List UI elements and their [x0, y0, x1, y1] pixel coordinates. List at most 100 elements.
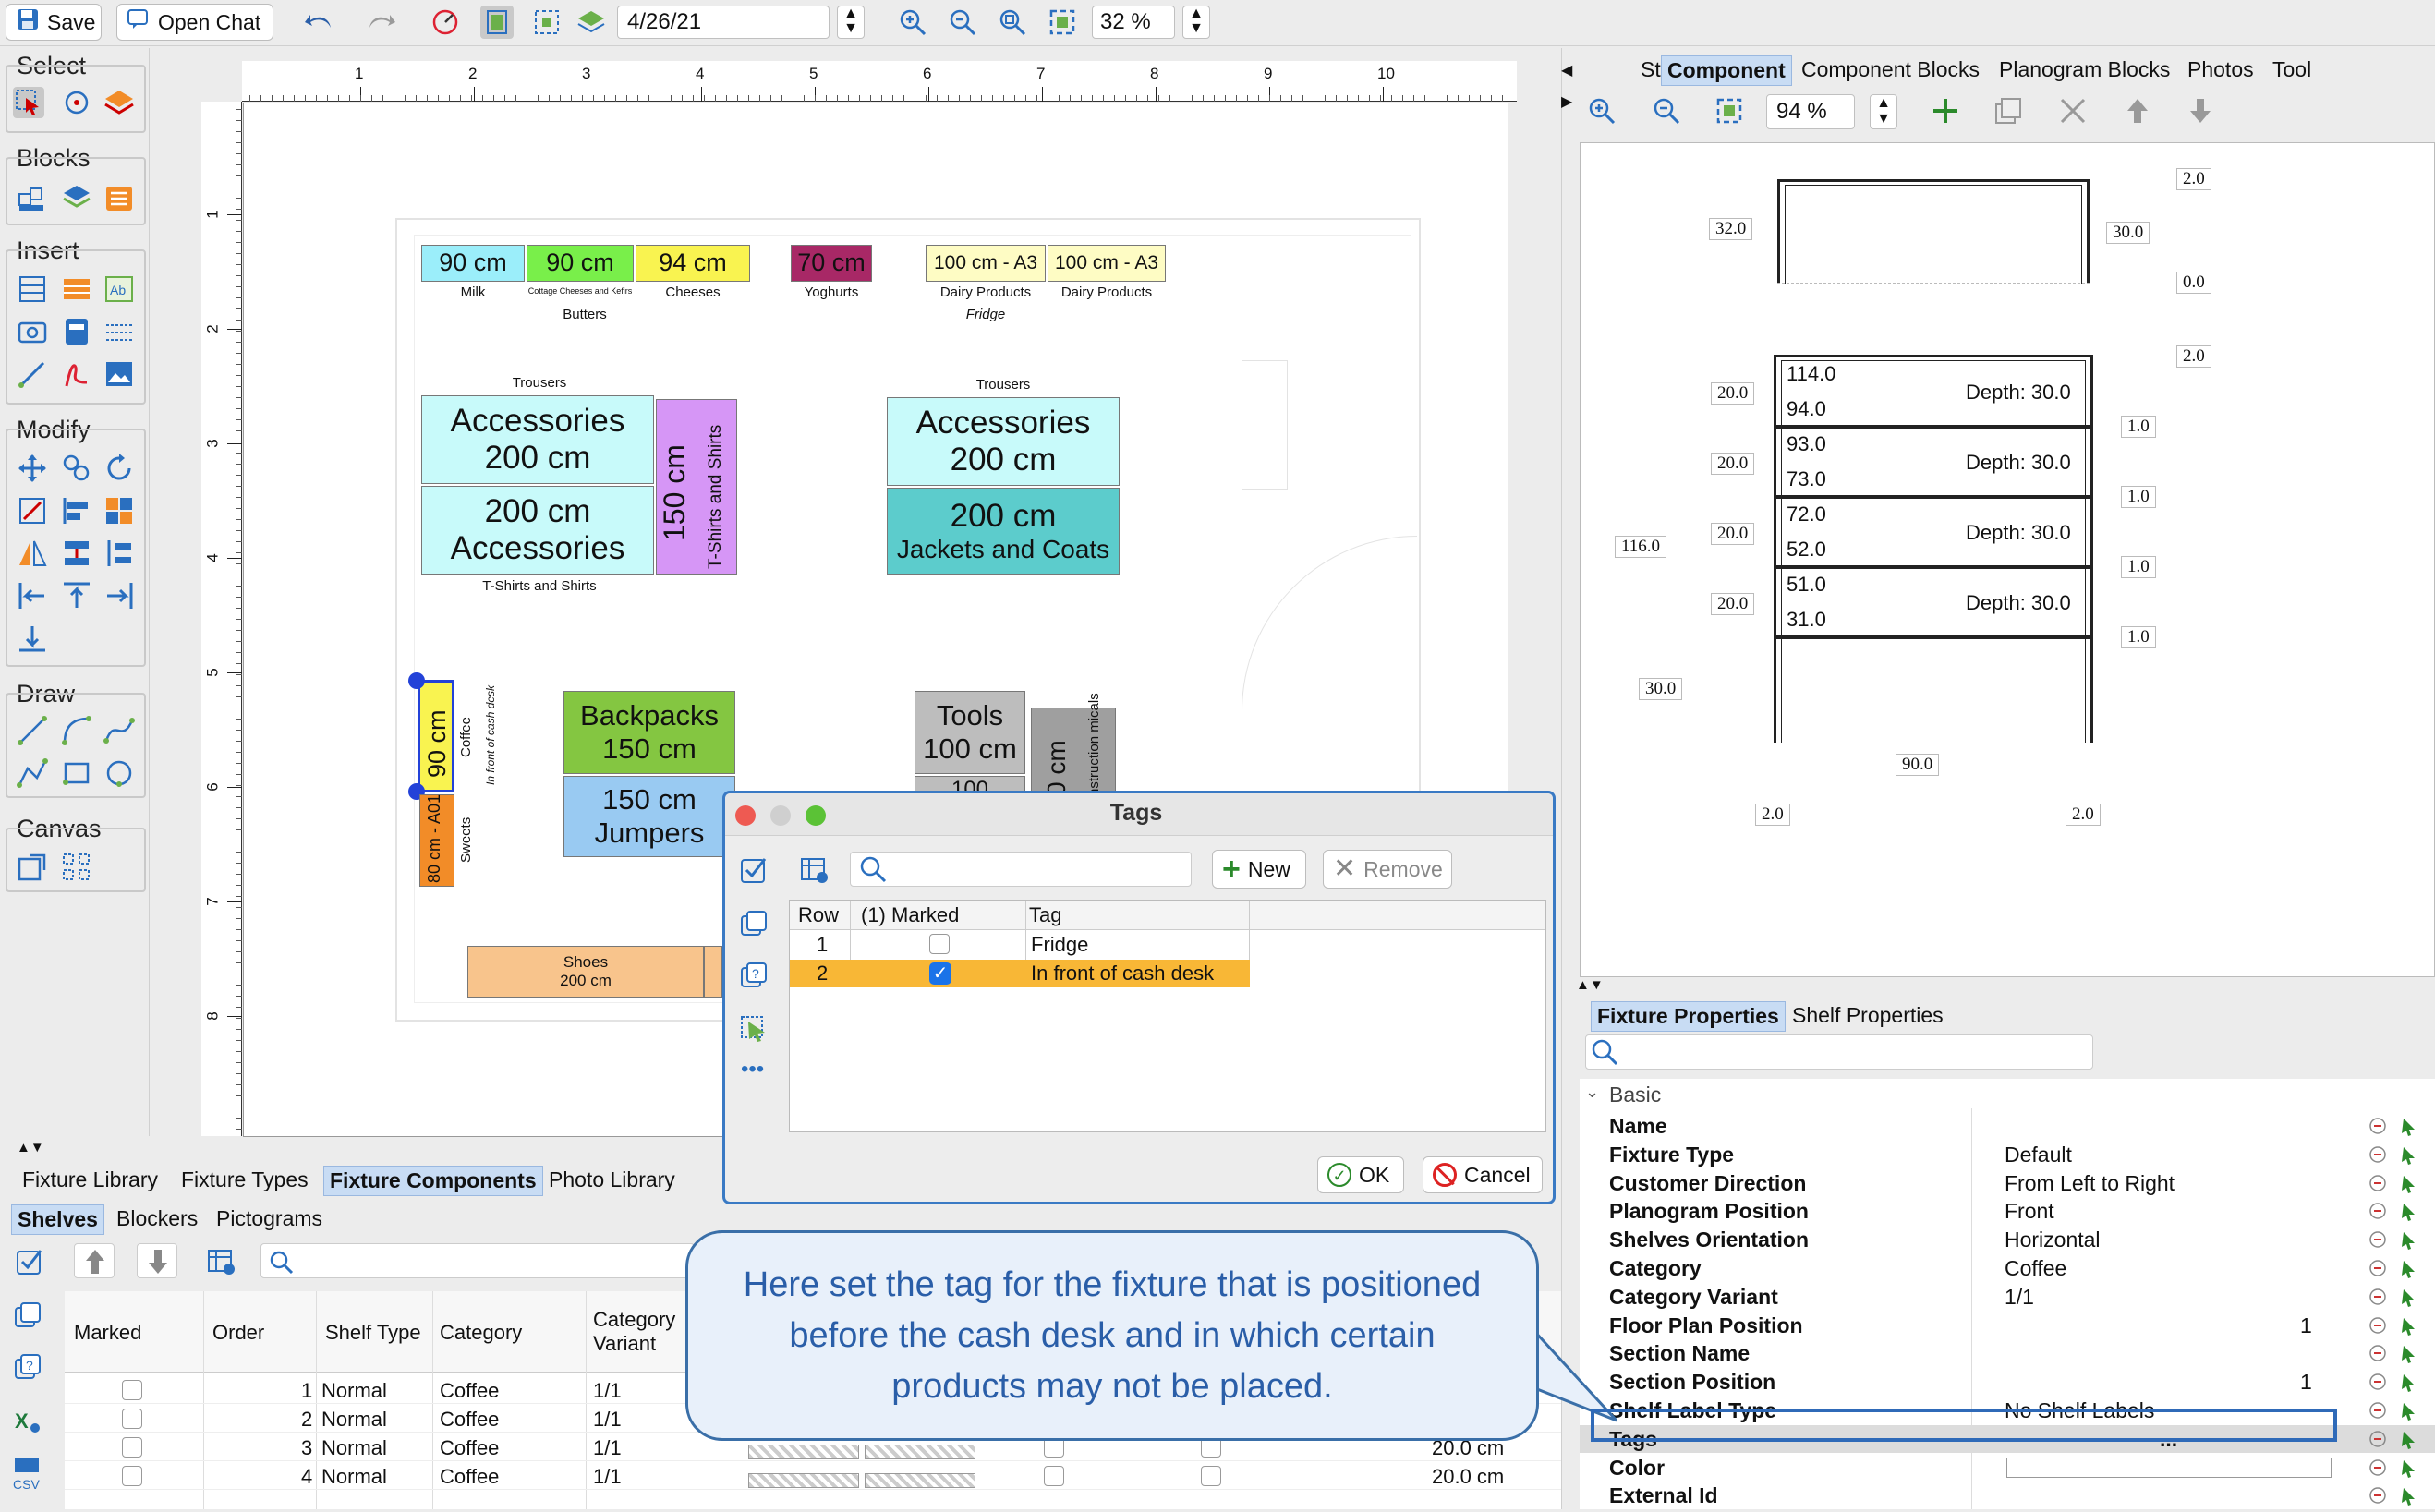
insert-photo-icon[interactable] [17, 316, 48, 347]
property-row[interactable]: Planogram Position Front [1580, 1197, 2435, 1225]
selection-handle-top[interactable] [408, 672, 425, 689]
layers-icon[interactable] [576, 7, 606, 42]
draw-line-icon[interactable] [17, 715, 48, 746]
property-reset-icon[interactable] [2367, 1115, 2420, 1137]
fixture-dairy-2[interactable]: 100 cm - A3 [1048, 245, 1166, 282]
tags-copy-icon[interactable] [739, 909, 769, 944]
property-reset-icon[interactable] [2367, 1428, 2420, 1450]
new-tag-button[interactable]: + New [1212, 850, 1306, 889]
duplicate-icon[interactable] [13, 1300, 42, 1336]
date-field[interactable]: 4/26/21 [617, 6, 830, 39]
component-zoom-in-icon[interactable] [1587, 96, 1617, 131]
basic-group-chevron-icon[interactable]: ⌄ [1585, 1083, 1599, 1102]
draw-rectangle-icon[interactable] [61, 757, 92, 789]
property-reset-icon[interactable] [2367, 1484, 2420, 1506]
color-swatch[interactable] [2006, 1457, 2332, 1478]
tab-blockers[interactable]: Blockers [111, 1204, 203, 1233]
props-collapse-arrows[interactable]: ▲▼ [1576, 977, 1604, 993]
distribute-icon[interactable] [61, 538, 92, 569]
minimize-button[interactable] [770, 805, 791, 826]
table-settings-icon[interactable] [207, 1247, 236, 1282]
property-row[interactable]: Category Coffee [1580, 1254, 2435, 1282]
excel-export-icon[interactable]: X [13, 1406, 42, 1441]
tab-pictograms[interactable]: Pictograms [211, 1204, 328, 1233]
move-up-icon[interactable] [74, 1243, 115, 1278]
tab-fixture-types[interactable]: Fixture Types [176, 1166, 314, 1194]
cancel-button[interactable]: Cancel [1423, 1156, 1543, 1193]
tab-photo-library[interactable]: Photo Library [543, 1166, 681, 1194]
insert-image-icon[interactable] [103, 358, 135, 390]
align-left-icon[interactable] [61, 495, 92, 526]
tags-search-field[interactable] [850, 852, 1192, 887]
snap-icon[interactable] [532, 7, 562, 42]
tags-row-1-checkbox[interactable] [929, 934, 950, 954]
canvas-resize-icon[interactable] [17, 852, 48, 883]
fixture-backpacks[interactable]: Backpacks 150 cm [563, 691, 735, 774]
select-point-icon[interactable] [61, 87, 92, 118]
property-reset-icon[interactable] [2367, 1200, 2420, 1222]
component-zoom-field[interactable]: 94 % [1766, 94, 1855, 129]
push-bottom-icon[interactable] [17, 623, 48, 654]
fixture-cheeses[interactable]: 94 cm [636, 245, 750, 282]
tab-photos[interactable]: Photos [2182, 55, 2259, 84]
fixture-shoes[interactable]: Shoes 200 cm [467, 946, 704, 998]
property-row[interactable]: External Id [1580, 1482, 2435, 1509]
insert-fixture-icon[interactable] [17, 273, 48, 305]
scale-icon[interactable] [17, 495, 48, 526]
tab-fixture-properties[interactable]: Fixture Properties [1591, 1001, 1786, 1032]
tags-row-1[interactable] [790, 931, 1545, 959]
draw-circle-icon[interactable] [103, 757, 135, 789]
tags-help-icon[interactable]: ? [739, 961, 769, 996]
col-header-category-variant[interactable]: Category Variant [593, 1308, 676, 1356]
tags-col-marked[interactable]: (1) Marked [861, 903, 959, 927]
component-zoom-fit-icon[interactable] [1714, 96, 1744, 131]
shelves-table-row[interactable]: 4 Normal Coffee 1/1 20.0 cm [65, 1462, 1561, 1490]
push-left-icon[interactable] [17, 580, 48, 611]
shelf-row-checkbox[interactable] [122, 1409, 142, 1429]
property-reset-icon[interactable] [2367, 1457, 2420, 1479]
block-stack-icon[interactable] [61, 183, 92, 214]
drawn-shelf[interactable]: 114.0 94.0 Depth: 30.0 [1775, 358, 2091, 429]
remove-tag-button[interactable]: ✕ Remove [1323, 850, 1452, 889]
shelf-row-checkbox[interactable] [122, 1437, 142, 1458]
tags-pointer-icon[interactable] [739, 1014, 769, 1049]
fixture-butters[interactable]: 90 cm [527, 245, 634, 282]
tab-tool[interactable]: Tool [2267, 55, 2317, 84]
panel-collapse-arrows[interactable]: ▲▼ [17, 1140, 44, 1155]
tags-check-icon[interactable] [739, 855, 769, 890]
draw-curve-icon[interactable] [103, 715, 135, 746]
component-zoom-out-icon[interactable] [1652, 96, 1681, 131]
fixture-accessories-2[interactable]: 200 cm Accessories [421, 486, 654, 575]
property-reset-icon[interactable] [2367, 1314, 2420, 1337]
property-row[interactable]: Section Name [1580, 1339, 2435, 1367]
canvas-grid-icon[interactable] [61, 852, 92, 883]
insert-text-icon[interactable]: Ab [103, 273, 135, 305]
clone-component-icon[interactable] [1993, 96, 2023, 131]
drawn-shelf[interactable]: 51.0 31.0 Depth: 30.0 [1775, 569, 2091, 639]
tags-row-2-checkbox[interactable]: ✓ [929, 962, 951, 985]
date-stepper[interactable]: ▲ ▼ [837, 6, 865, 39]
property-reset-icon[interactable] [2367, 1371, 2420, 1393]
component-zoom-stepper[interactable]: ▲ ▼ [1870, 94, 1897, 129]
zoom-field[interactable]: 32 % [1092, 6, 1175, 39]
fixture-accessories-1[interactable]: Accessories 200 cm [421, 395, 654, 484]
select-arrow-icon[interactable] [13, 87, 44, 118]
tab-planogram-blocks[interactable]: Planogram Blocks [1993, 55, 2175, 84]
mirror-icon[interactable] [17, 538, 48, 569]
tags-more-icon[interactable]: ••• [741, 1057, 764, 1083]
fixture-dairy-1[interactable]: 100 cm - A3 [926, 245, 1046, 282]
zoom-in-icon[interactable] [898, 7, 927, 42]
property-reset-icon[interactable] [2367, 1399, 2420, 1421]
move-icon[interactable] [17, 453, 48, 484]
ok-button[interactable]: ✓ OK [1317, 1156, 1404, 1193]
move-component-up-icon[interactable] [2123, 96, 2152, 131]
tags-col-row[interactable]: Row [798, 903, 839, 927]
tab-fixture-library[interactable]: Fixture Library [17, 1166, 164, 1194]
insert-line-icon[interactable] [17, 358, 48, 390]
property-row[interactable]: Fixture Type Default [1580, 1141, 2435, 1168]
push-top-icon[interactable] [61, 580, 92, 611]
shelf-row-checkbox[interactable] [122, 1380, 142, 1400]
spacing-icon[interactable] [103, 538, 135, 569]
draw-polyline-icon[interactable] [17, 757, 48, 789]
tab-shelf-properties[interactable]: Shelf Properties [1787, 1001, 1949, 1030]
